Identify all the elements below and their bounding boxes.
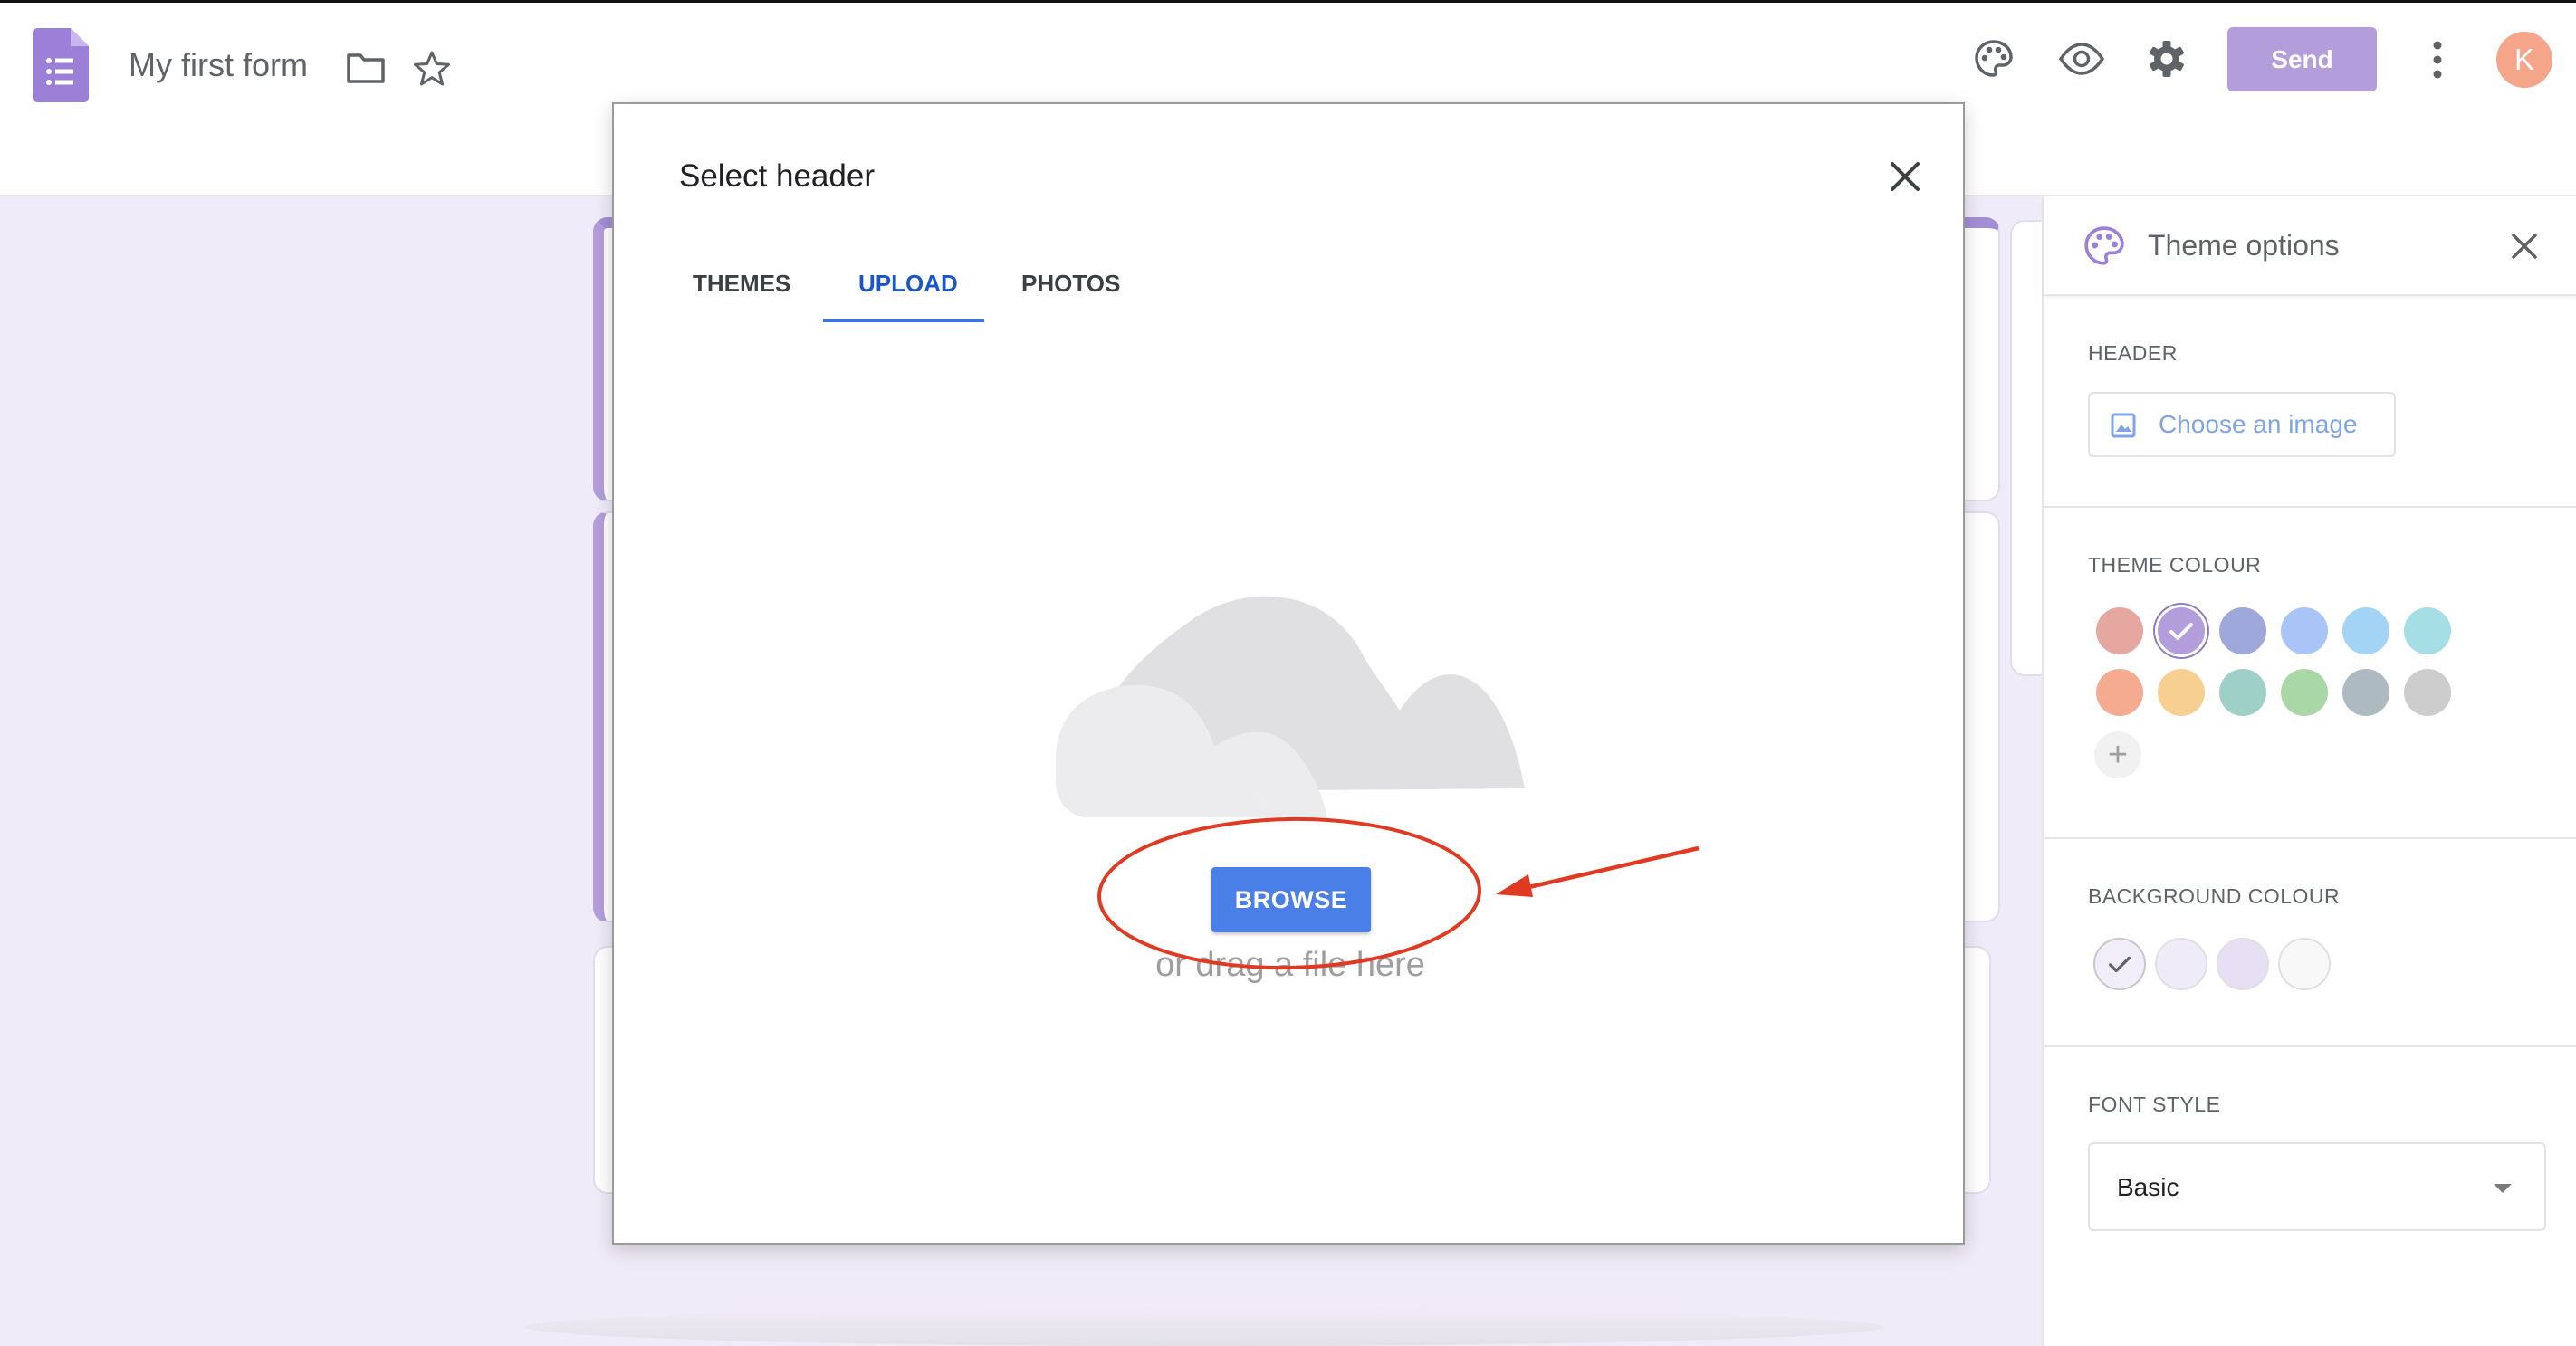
dropdown-arrow-icon	[2494, 1184, 2512, 1193]
close-icon[interactable]	[1885, 157, 1925, 196]
send-button[interactable]: Send	[2227, 27, 2377, 91]
panel-divider	[2044, 1045, 2576, 1047]
background-colour-section-label: BACKGROUND COLOUR	[2088, 884, 2341, 908]
palette-icon[interactable]	[1974, 39, 2014, 79]
theme-colour-swatch[interactable]	[2342, 669, 2389, 716]
dialog-title: Select header	[679, 158, 875, 194]
font-style-section-label: FONT STYLE	[2088, 1093, 2221, 1116]
check-icon	[2109, 956, 2131, 973]
theme-colour-swatch[interactable]	[2404, 607, 2451, 654]
document-title[interactable]: My first form	[129, 46, 308, 84]
tab-photos[interactable]: PHOTOS	[1021, 270, 1120, 298]
palette-icon	[2084, 226, 2124, 265]
star-icon[interactable]	[413, 50, 451, 88]
theme-colour-section-label: THEME COLOUR	[2088, 553, 2262, 577]
theme-colour-swatch[interactable]	[2219, 607, 2266, 654]
eye-icon[interactable]	[2059, 39, 2104, 79]
font-style-select[interactable]: Basic	[2088, 1142, 2546, 1231]
image-icon	[2111, 413, 2136, 438]
theme-colour-swatch[interactable]	[2096, 669, 2143, 716]
browse-button[interactable]: BROWSE	[1211, 867, 1371, 932]
tab-upload[interactable]: UPLOAD	[858, 270, 958, 298]
drag-file-hint: or drag a file here	[1155, 946, 1425, 984]
forms-logo-icon[interactable]	[33, 28, 89, 102]
tab-themes[interactable]: THEMES	[693, 270, 790, 298]
add-custom-colour-button[interactable]: +	[2094, 731, 2141, 778]
theme-colour-swatch[interactable]	[2158, 607, 2205, 654]
theme-colour-swatch[interactable]	[2342, 607, 2389, 654]
theme-colour-swatch[interactable]	[2404, 669, 2451, 716]
theme-colour-swatch[interactable]	[2158, 669, 2205, 716]
choose-image-button[interactable]: Choose an image	[2088, 392, 2396, 457]
folder-icon[interactable]	[346, 52, 386, 84]
more-vert-icon[interactable]	[2423, 39, 2452, 81]
theme-colour-swatch[interactable]	[2096, 607, 2143, 654]
choose-image-label: Choose an image	[2159, 410, 2358, 438]
theme-colour-swatch[interactable]	[2281, 607, 2328, 654]
theme-colour-swatch[interactable]	[2219, 669, 2266, 716]
theme-panel-header: Theme options	[2044, 196, 2576, 296]
close-icon[interactable]	[2506, 228, 2542, 264]
check-icon	[2169, 623, 2193, 640]
header-section-label: HEADER	[2088, 341, 2178, 365]
account-avatar[interactable]: K	[2496, 32, 2552, 88]
panel-divider	[2044, 837, 2576, 839]
select-header-dialog: Select header THEMES UPLOAD PHOTOS or dr…	[612, 102, 1965, 1245]
background-colour-swatch[interactable]	[2278, 938, 2331, 990]
background-colour-swatch[interactable]	[2093, 938, 2146, 990]
gear-icon[interactable]	[2147, 39, 2187, 79]
cloud-upload-illustration	[1056, 596, 1525, 817]
theme-colour-swatch[interactable]	[2281, 669, 2328, 716]
theme-panel-title: Theme options	[2148, 229, 2340, 262]
panel-divider	[2044, 506, 2576, 508]
background-colour-swatch[interactable]	[2155, 938, 2207, 990]
canvas-shadow	[525, 1308, 1883, 1346]
font-style-value: Basic	[2117, 1173, 2179, 1201]
background-colour-swatch[interactable]	[2217, 938, 2269, 990]
active-tab-indicator	[823, 319, 984, 322]
